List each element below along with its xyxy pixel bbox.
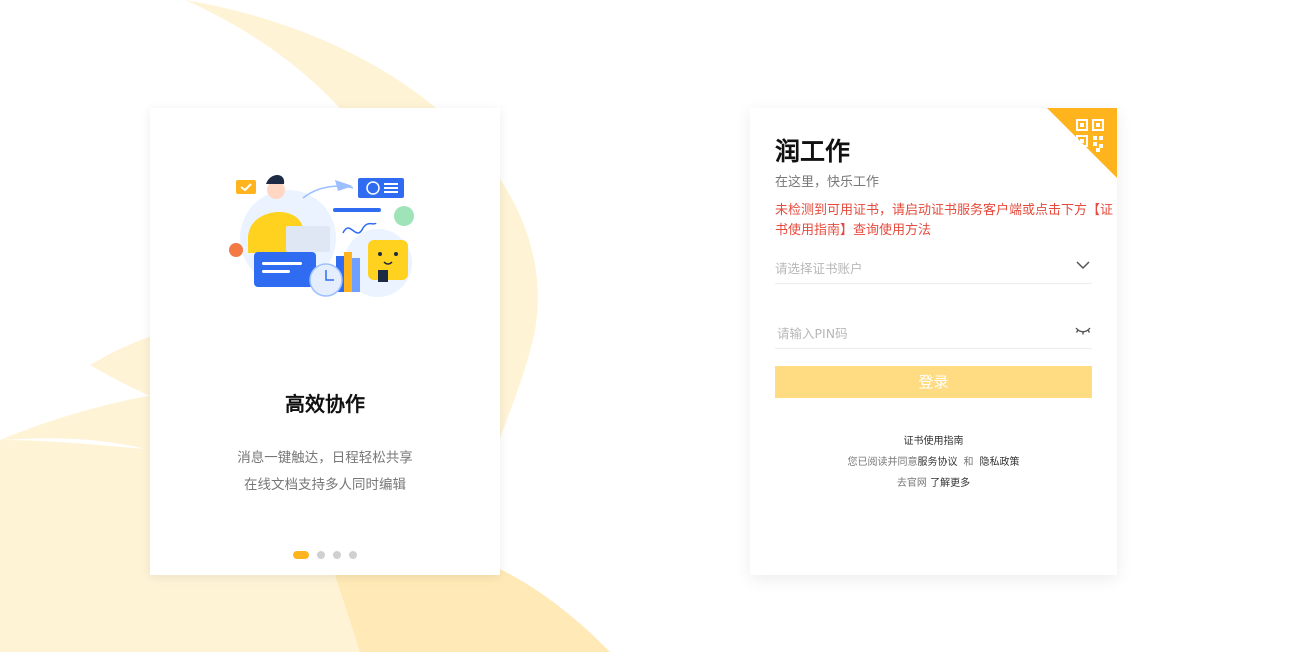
- carousel-dot-2[interactable]: [317, 551, 325, 559]
- service-agreement-link[interactable]: 服务协议: [918, 457, 958, 468]
- agree-prefix: 您已阅读并同意: [847, 457, 918, 468]
- footer-official: 去官网 了解更多: [750, 474, 1117, 489]
- promo-desc-line1: 消息一键触达，日程轻松共享: [237, 450, 413, 466]
- pin-input[interactable]: 请输入PIN码: [775, 315, 1092, 349]
- eye-closed-icon[interactable]: [1074, 321, 1092, 339]
- login-button[interactable]: 登录: [775, 366, 1092, 398]
- pin-placeholder: 请输入PIN码: [777, 326, 848, 341]
- carousel-dot-1[interactable]: [293, 551, 309, 559]
- carousel-indicator: [293, 551, 357, 559]
- certificate-warning: 未检测到可用证书，请启动证书服务客户端或点击下方【证书使用指南】查询使用方法: [775, 203, 1114, 238]
- carousel-dot-4[interactable]: [349, 551, 357, 559]
- learn-more-link[interactable]: 了解更多: [930, 478, 970, 489]
- promo-desc-line2: 在线文档支持多人同时编辑: [244, 477, 406, 493]
- and-text: 和: [963, 457, 974, 468]
- chevron-down-icon[interactable]: [1074, 256, 1092, 274]
- app-name: 润工作: [775, 137, 851, 166]
- login-page: 高效协作 消息一键触达，日程轻松共享 在线文档支持多人同时编辑 润工作 在这里，…: [0, 0, 1305, 652]
- certificate-guide-link[interactable]: 证书使用指南: [904, 436, 964, 447]
- footer-agreement: 您已阅读并同意服务协议和隐私政策: [750, 453, 1117, 468]
- login-card: 润工作 在这里，快乐工作 未检测到可用证书，请启动证书服务客户端或点击下方【证书…: [750, 108, 1117, 575]
- promo-card: 高效协作 消息一键触达，日程轻松共享 在线文档支持多人同时编辑: [150, 108, 500, 575]
- app-tagline: 在这里，快乐工作: [775, 175, 880, 190]
- promo-title: 高效协作: [285, 392, 365, 416]
- privacy-policy-link[interactable]: 隐私政策: [980, 457, 1020, 468]
- qr-code-icon[interactable]: [1047, 108, 1117, 178]
- carousel-dot-3[interactable]: [333, 551, 341, 559]
- account-placeholder: 请选择证书账户: [775, 261, 863, 276]
- certificate-account-select[interactable]: 请选择证书账户: [775, 250, 1092, 284]
- collaboration-illustration: [229, 175, 414, 297]
- footer-guide: 证书使用指南: [750, 432, 1117, 447]
- official-prefix: 去官网: [896, 478, 927, 489]
